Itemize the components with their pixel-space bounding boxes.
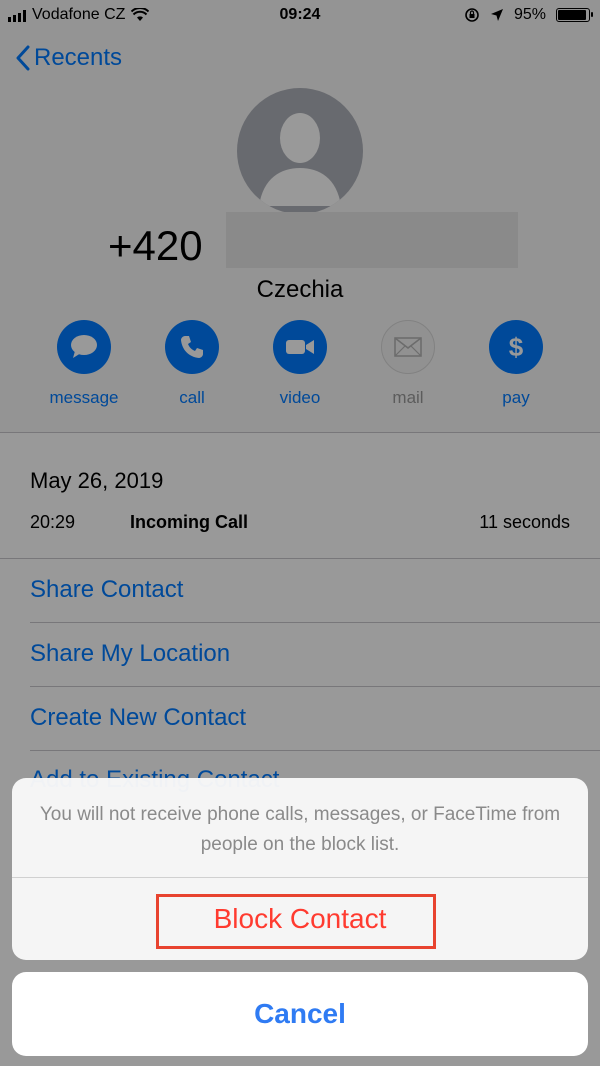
action-sheet-message: You will not receive phone calls, messag… [39,804,561,855]
cancel-button[interactable]: Cancel [12,972,588,1056]
highlight-box [156,894,436,949]
